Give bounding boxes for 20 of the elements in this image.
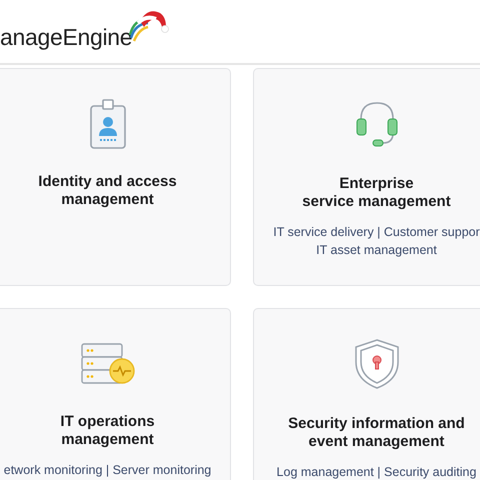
card-title: service management <box>302 193 451 211</box>
card-links[interactable]: etwork monitoring | Server monitoring <box>4 461 212 479</box>
product-card[interactable]: IT operations management etwork monitoring | Server monitoring <box>0 308 231 480</box>
card-title: Enterprise <box>339 175 414 193</box>
id-badge-icon <box>88 98 128 150</box>
card-title: event management <box>308 433 444 451</box>
card-links[interactable]: IT asset management <box>316 241 437 259</box>
shield-lock-icon <box>354 338 400 390</box>
product-card[interactable]: Security information and event management Log management | Security auditing <box>253 308 480 480</box>
product-card[interactable]: Enterprise service management IT service delivery | Customer suppor IT asset management <box>253 68 480 286</box>
card-title: Security information and <box>288 415 465 433</box>
product-card[interactable]: Identity and access management <box>0 68 231 286</box>
card-links[interactable]: Log management | Security auditing <box>276 463 476 480</box>
card-title: IT operations <box>60 413 155 431</box>
card-links[interactable]: IT service delivery | Customer suppor <box>273 223 480 241</box>
logo-text[interactable]: anageEngine <box>0 23 132 51</box>
card-title: management <box>61 431 154 449</box>
card-title: Identity and access <box>38 173 177 191</box>
card-title: management <box>61 191 154 209</box>
headset-icon <box>354 99 398 149</box>
